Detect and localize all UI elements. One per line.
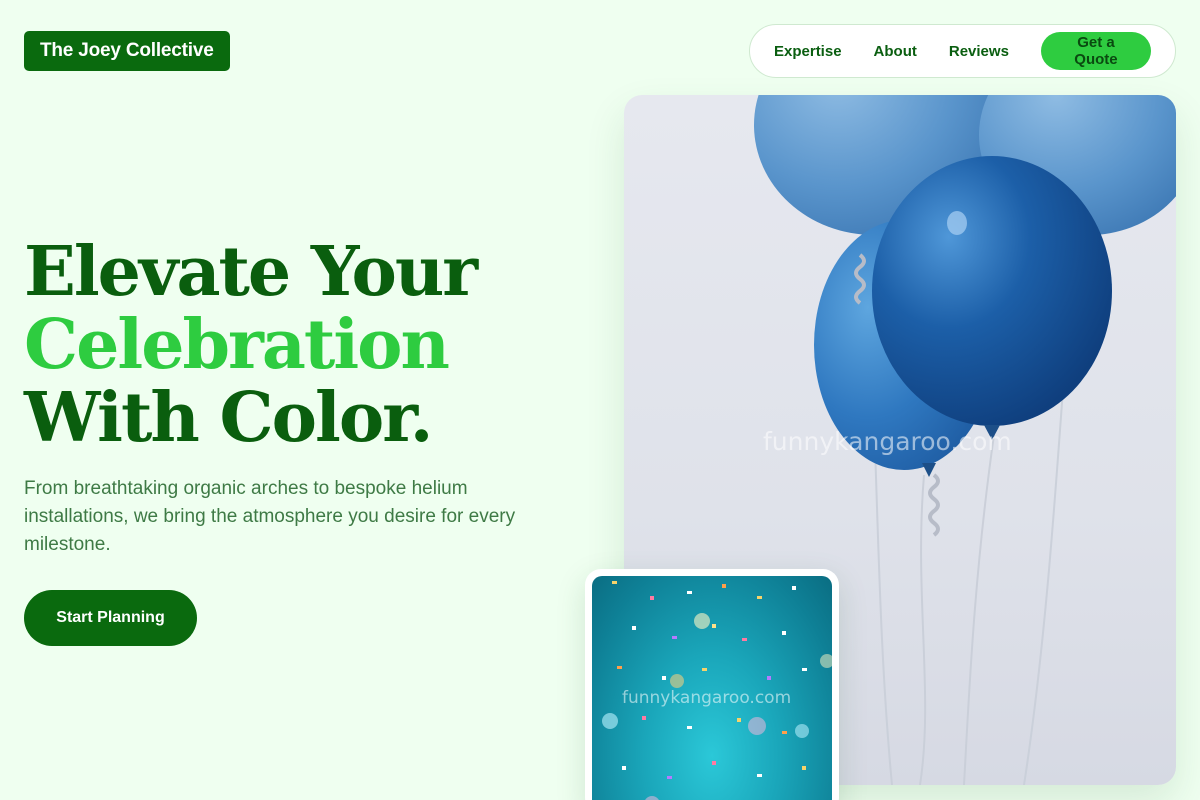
headline-line-3: With Color.	[24, 378, 433, 458]
get-quote-button[interactable]: Get a Quote	[1040, 32, 1151, 70]
hero-headline: Elevate Your Celebration With Color.	[24, 236, 584, 455]
headline-line-1: Elevate Your	[24, 232, 478, 312]
headline-accent: Celebration	[24, 305, 450, 385]
hero-subtext: From breathtaking organic arches to besp…	[24, 478, 516, 555]
confetti-photo: funnykangaroo.com	[592, 576, 832, 800]
nav-item-expertise[interactable]: Expertise	[774, 43, 842, 60]
top-nav: Expertise About Reviews Get a Quote	[749, 24, 1176, 78]
start-planning-button[interactable]: Start Planning	[24, 590, 197, 646]
confetti-photo-card: funnykangaroo.com	[585, 569, 839, 800]
nav-item-reviews[interactable]: Reviews	[949, 43, 1009, 60]
confetti-illustration	[602, 581, 832, 800]
nav-item-about[interactable]: About	[874, 43, 917, 60]
brand-logo[interactable]: The Joey Collective	[24, 31, 230, 71]
